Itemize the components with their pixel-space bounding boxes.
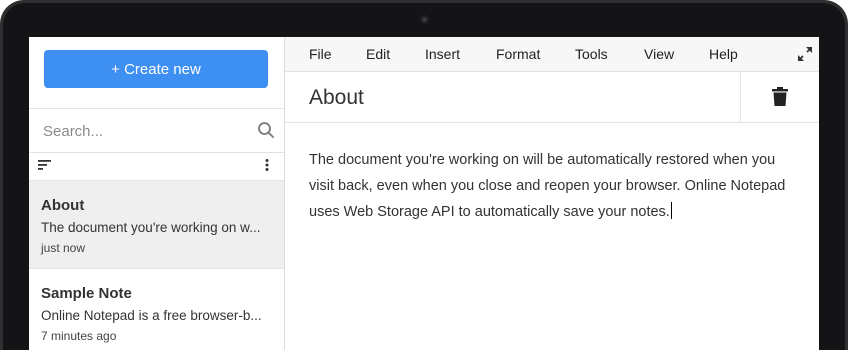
- text-caret: [670, 202, 672, 219]
- sidebar: + Create new Search... About The documen…: [29, 37, 285, 350]
- document-title-bar: About: [285, 72, 819, 123]
- note-title: About: [41, 197, 85, 214]
- note-preview: Online Notepad is a free browser-b...: [41, 308, 262, 323]
- menu-edit[interactable]: Edit: [366, 46, 390, 62]
- document-text: The document you're working on will be a…: [309, 152, 786, 220]
- list-item[interactable]: About The document you're working on w..…: [29, 181, 284, 269]
- note-timestamp: 7 minutes ago: [41, 329, 117, 343]
- create-new-button[interactable]: + Create new: [44, 50, 268, 88]
- menu-file[interactable]: File: [309, 46, 332, 62]
- search-icon[interactable]: [257, 121, 275, 139]
- search-input[interactable]: [41, 119, 245, 143]
- menu-help[interactable]: Help: [709, 46, 738, 62]
- search-bar: [29, 108, 284, 153]
- note-title: Sample Note: [41, 285, 132, 302]
- laptop-frame: + Create new Search... About The documen…: [0, 0, 848, 350]
- menu-bar: File Edit Insert Format Tools View Help: [285, 37, 819, 72]
- menu-view[interactable]: View: [644, 46, 674, 62]
- menu-tools[interactable]: Tools: [575, 46, 608, 62]
- note-preview: The document you're working on w...: [41, 220, 261, 235]
- document-title[interactable]: About: [309, 86, 364, 110]
- more-vertical-icon[interactable]: [260, 158, 274, 172]
- notes-list-toolbar: [29, 151, 284, 181]
- document-editor[interactable]: The document you're working on will be a…: [309, 147, 799, 225]
- list-item[interactable]: Sample Note Online Notepad is a free bro…: [29, 269, 284, 350]
- menu-insert[interactable]: Insert: [425, 46, 460, 62]
- expand-icon[interactable]: [798, 47, 812, 61]
- note-timestamp: just now: [41, 241, 86, 255]
- camera-icon: [420, 15, 429, 24]
- trash-icon[interactable]: [772, 87, 788, 106]
- app-screen: + Create new Search... About The documen…: [29, 37, 819, 350]
- sort-icon[interactable]: [38, 159, 52, 171]
- menu-format[interactable]: Format: [496, 46, 540, 62]
- title-divider: [740, 72, 741, 122]
